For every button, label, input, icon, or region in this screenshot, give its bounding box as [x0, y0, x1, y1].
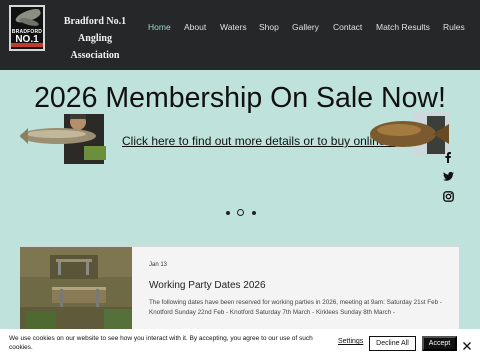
facebook-icon[interactable] — [441, 150, 455, 164]
site-title-line1: Bradford No.1 Angling — [63, 16, 127, 44]
club-logo[interactable]: BRADFORD NO.1 — [9, 5, 45, 51]
nav-shop[interactable]: Shop — [259, 22, 279, 36]
cookie-message: We use cookies on our website to see how… — [9, 335, 313, 351]
nav-contact[interactable]: Contact — [333, 22, 362, 36]
cookie-settings-link[interactable]: Settings — [338, 338, 363, 345]
slide-dot-1[interactable] — [226, 211, 230, 215]
site-header: BRADFORD NO.1 Bradford No.1 Angling Asso… — [0, 0, 480, 70]
angler-with-barbel-photo — [20, 114, 106, 164]
nav-waters[interactable]: Waters — [220, 22, 247, 36]
membership-details-link[interactable]: Click here to find out more details or t… — [122, 134, 395, 148]
accept-button[interactable]: Accept — [422, 336, 457, 351]
decline-all-button[interactable]: Decline All — [369, 336, 416, 351]
logo-fish-shadow — [18, 16, 40, 28]
logo-red-stripe — [11, 43, 43, 47]
nav-home[interactable]: Home — [148, 22, 171, 36]
post-date: Jan 13 — [149, 262, 168, 268]
nav-gallery[interactable]: Gallery — [292, 22, 319, 36]
slide-dot-3[interactable] — [252, 211, 256, 215]
angler-with-tench-photo — [370, 112, 449, 156]
post-excerpt: The following dates have been reserved f… — [149, 299, 442, 316]
twitter-icon[interactable] — [441, 169, 455, 183]
nav-match-results[interactable]: Match Results — [376, 22, 430, 36]
banner-title: 2026 Membership On Sale Now! — [34, 82, 446, 114]
post-title[interactable]: Working Party Dates 2026 — [149, 280, 266, 291]
nav-rules[interactable]: Rules — [443, 22, 465, 36]
instagram-icon[interactable] — [441, 189, 455, 203]
close-icon[interactable] — [462, 338, 472, 350]
slideshow-pagination — [222, 208, 262, 218]
slide-dot-2-active[interactable] — [237, 209, 244, 216]
site-title[interactable]: Bradford No.1 Angling Association — [49, 13, 141, 64]
nav-about[interactable]: About — [184, 22, 206, 36]
cookie-consent-banner: We use cookies on our website to see how… — [0, 329, 480, 360]
site-title-line2: Association — [70, 50, 120, 61]
